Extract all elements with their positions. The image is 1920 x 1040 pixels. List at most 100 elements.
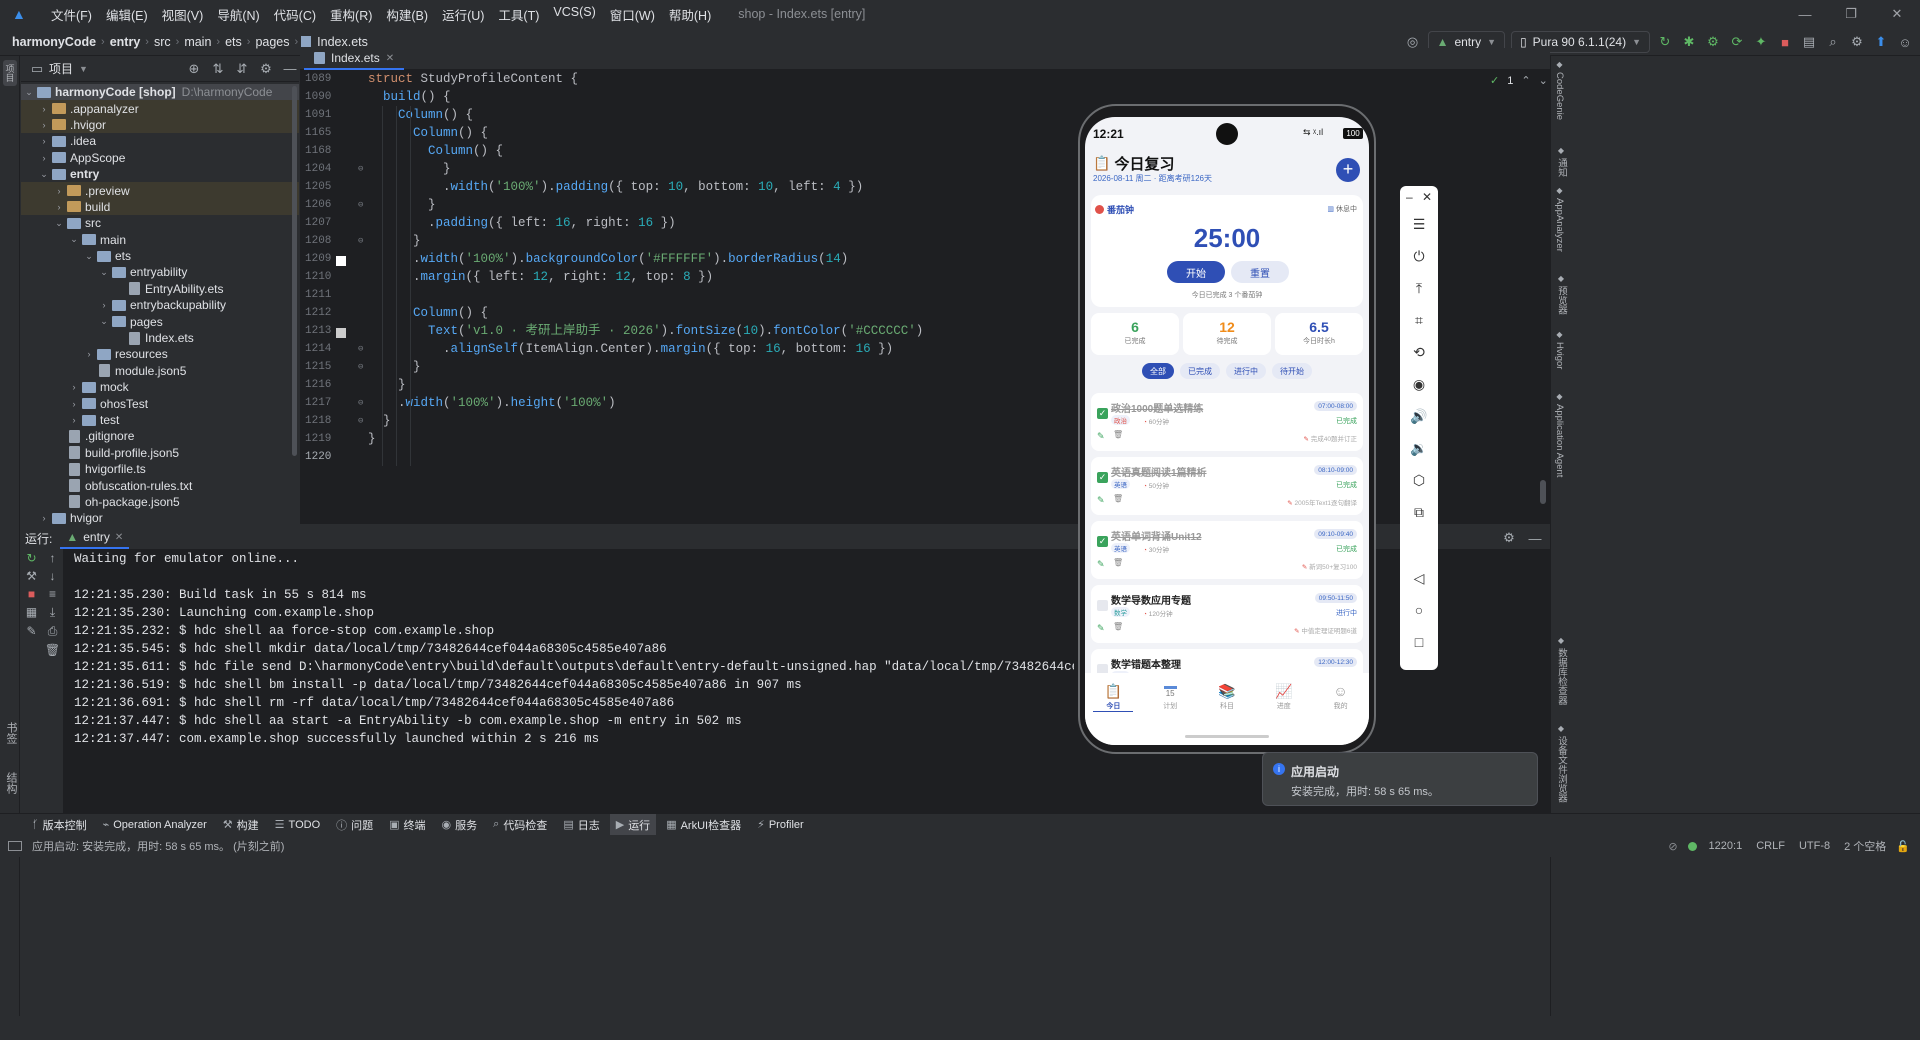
- menu-item[interactable]: 文件(F): [44, 5, 99, 24]
- close-icon[interactable]: ✕: [1422, 190, 1432, 204]
- pin-icon[interactable]: ✎: [21, 624, 42, 639]
- task-card[interactable]: 数学导数应用专题 数学 ◔ 120分钟 09:50-11:50 进行中 ✎ 🗑 ✎ 中值定理证…: [1091, 585, 1363, 643]
- close-tab-icon[interactable]: ✕: [115, 532, 123, 543]
- settings-icon[interactable]: ⚙: [1500, 529, 1518, 547]
- filter-0[interactable]: 全部: [1142, 363, 1174, 379]
- color-swatch-gray[interactable]: [336, 328, 346, 338]
- bottom-tool-arkui[interactable]: ▦ ArkUI检查器: [660, 814, 747, 836]
- trash-icon[interactable]: 🗑: [42, 643, 63, 657]
- task-card[interactable]: ✓ 英语单词背诵Unit12 英语 ◔ 30分钟 09:10-09:40 已完成 ✎ 🗑 ✎ 新…: [1091, 521, 1363, 579]
- filter-3[interactable]: 待开始: [1272, 363, 1312, 379]
- rerun-icon[interactable]: ↻: [21, 551, 42, 565]
- menu-item[interactable]: VCS(S): [546, 5, 602, 24]
- chevron-down-icon[interactable]: ⌄: [98, 267, 110, 278]
- tree-row[interactable]: Index.ets: [21, 330, 299, 346]
- minimize-icon[interactable]: –: [1406, 190, 1413, 204]
- line-ending[interactable]: CRLF: [1756, 840, 1785, 852]
- tree-row[interactable]: ⌄ src: [21, 215, 299, 231]
- debug-icon[interactable]: ✱: [1680, 33, 1698, 51]
- right-tool-button[interactable]: ◆ Application Agent: [1554, 392, 1565, 480]
- chevron-right-icon[interactable]: ›: [98, 300, 110, 310]
- task-checkbox[interactable]: ✓: [1097, 536, 1108, 547]
- layout-icon[interactable]: ▦: [21, 605, 42, 620]
- nav-item-2[interactable]: 📚 科目: [1207, 683, 1247, 712]
- fold-marker-icon[interactable]: ⊖: [358, 164, 363, 174]
- chevron-up-icon[interactable]: ⌃: [1521, 74, 1530, 87]
- tree-row[interactable]: hvigorfile.ts: [21, 461, 299, 477]
- tree-row[interactable]: module.json5: [21, 363, 299, 379]
- chevron-right-icon[interactable]: ›: [38, 104, 50, 114]
- chevron-right-icon[interactable]: ›: [53, 202, 65, 212]
- tree-row[interactable]: › .preview: [21, 182, 299, 199]
- tab-index-ets[interactable]: Index.ets ✕: [304, 48, 405, 70]
- start-button[interactable]: 开始: [1167, 261, 1225, 283]
- menu-item[interactable]: 工具(T): [491, 5, 546, 24]
- add-task-button[interactable]: +: [1336, 158, 1360, 182]
- chevron-down-icon[interactable]: ⌄: [98, 316, 110, 327]
- tree-row[interactable]: › build: [21, 198, 299, 216]
- menu-item[interactable]: 帮助(H): [662, 5, 718, 24]
- rotate-icon[interactable]: ⟲: [1400, 336, 1438, 368]
- menu-item[interactable]: 构建(B): [379, 5, 435, 24]
- trash-icon[interactable]: 🗑: [1113, 430, 1123, 439]
- nav-item-4[interactable]: ☺ 我的: [1321, 683, 1361, 712]
- nav-item-0[interactable]: 📋 今日: [1093, 683, 1134, 712]
- reset-button[interactable]: 重置: [1231, 261, 1289, 283]
- tree-row[interactable]: › ohosTest: [21, 395, 299, 411]
- crop-icon[interactable]: ⌗: [1400, 304, 1438, 336]
- expand-all-icon[interactable]: ⇅: [209, 60, 227, 78]
- attach-icon[interactable]: ⚙: [1704, 33, 1722, 51]
- bottom-tool-analyzer[interactable]: ⌁ Operation Analyzer: [97, 814, 213, 836]
- console-output[interactable]: Waiting for emulator online... 12:21:35.2…: [74, 550, 1074, 810]
- multi-device-icon[interactable]: ⧉: [1400, 496, 1438, 528]
- tree-row[interactable]: ⌄ entry: [21, 166, 299, 182]
- tree-row[interactable]: › AppScope: [21, 150, 299, 166]
- task-checkbox[interactable]: ✓: [1097, 472, 1108, 483]
- power-icon[interactable]: ⏻: [1400, 240, 1438, 272]
- caret-position[interactable]: 1220:1: [1709, 840, 1743, 852]
- code-area[interactable]: struct StudyProfileContent { build() { C…: [368, 70, 1088, 524]
- project-scrollbar[interactable]: [292, 86, 297, 456]
- back-icon[interactable]: ◁: [1400, 562, 1438, 594]
- wrench-icon[interactable]: ⚒: [21, 569, 42, 583]
- menu-item[interactable]: 窗口(W): [603, 5, 662, 24]
- stop-icon[interactable]: ■: [21, 587, 42, 601]
- bottom-tool-info[interactable]: ⓘ 问题: [330, 814, 379, 836]
- restore-icon[interactable]: ❐: [1828, 0, 1874, 28]
- right-tool-button[interactable]: ◆ AppAnalyzer: [1554, 186, 1565, 255]
- menu-item[interactable]: 运行(U): [435, 5, 491, 24]
- bookmarks-tool-button[interactable]: 书签: [3, 722, 19, 747]
- panel-toggle-icon[interactable]: [8, 841, 22, 851]
- chevron-down-icon[interactable]: ▼: [79, 64, 88, 74]
- run-tab-entry[interactable]: ▲ entry ✕: [60, 527, 130, 549]
- rerun-icon[interactable]: ↻: [1656, 33, 1674, 51]
- right-tool-button[interactable]: ◆ Hvigor: [1554, 330, 1565, 372]
- fold-marker-icon[interactable]: ⊖: [358, 416, 363, 426]
- chevron-right-icon[interactable]: ›: [53, 186, 65, 196]
- tree-row[interactable]: EntryAbility.ets: [21, 281, 299, 297]
- recents-icon[interactable]: □: [1400, 626, 1438, 658]
- tree-row[interactable]: › mock: [21, 379, 299, 395]
- chevron-right-icon[interactable]: ›: [68, 399, 80, 409]
- lock-icon[interactable]: 🔓: [1896, 840, 1910, 853]
- chevron-down-icon[interactable]: ⌄: [83, 251, 95, 262]
- chevron-down-icon[interactable]: ⌄: [23, 87, 35, 98]
- chevron-down-icon[interactable]: ⌄: [53, 218, 65, 229]
- chevron-right-icon[interactable]: ›: [38, 513, 50, 523]
- task-card[interactable]: ✓ 英语真题阅读1篇精析 英语 ◔ 50分钟 08:10-09:00 已完成 ✎ 🗑 ✎ 200…: [1091, 457, 1363, 515]
- color-swatch-white[interactable]: [336, 256, 346, 266]
- file-encoding[interactable]: UTF-8: [1799, 840, 1830, 852]
- breadcrumb-item[interactable]: entry: [108, 35, 143, 49]
- nav-item-1[interactable]: 15 计划: [1150, 683, 1190, 712]
- chevron-right-icon[interactable]: ›: [38, 120, 50, 130]
- menu-item[interactable]: 代码(C): [267, 5, 323, 24]
- fold-marker-icon[interactable]: ⊖: [358, 398, 363, 408]
- filter-2[interactable]: 进行中: [1226, 363, 1266, 379]
- edit-icon[interactable]: ✎: [1097, 559, 1105, 570]
- tree-row[interactable]: ⌄ entryability: [21, 264, 299, 280]
- editor-scrollbar[interactable]: [1540, 480, 1546, 504]
- close-tab-icon[interactable]: ✕: [386, 53, 394, 64]
- indent-setting[interactable]: 2 个空格: [1844, 838, 1886, 854]
- right-tool-button[interactable]: ◆ 数据库检查器: [1554, 636, 1568, 708]
- chevron-right-icon[interactable]: ›: [83, 349, 95, 359]
